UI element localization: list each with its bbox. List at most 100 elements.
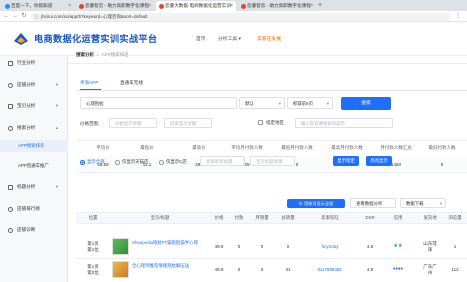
browser-tab-label: 您睿智云 - 助力高职数字化课程 xyxy=(247,3,311,8)
site-favicon-icon xyxy=(159,4,164,9)
sidebar-item-search[interactable]: 搜索分析 ▴ xyxy=(0,123,68,133)
stats-header: 平均月付款人数 xyxy=(231,145,263,150)
sidebar-subitem-app-search-rank[interactable]: APP搜索排名 xyxy=(0,141,68,151)
site-favicon-icon xyxy=(241,4,246,9)
product-title-link[interactable]: Sheepedia抱枕FF猫抱抱猫半心理 xyxy=(132,240,208,246)
browser-tab-label: 您睿智云 - 助力高职数字化课程 xyxy=(85,3,149,8)
results-header: 信用 xyxy=(393,215,403,220)
browser-tab[interactable]: 百度一下，你就知道 × xyxy=(2,1,74,11)
product-title-link[interactable]: 全心理师推荐情绪抱枕解压送 xyxy=(132,263,208,269)
price-max-input[interactable]: 结束显示金额 xyxy=(164,118,212,128)
radio-tmall-only[interactable] xyxy=(115,160,120,165)
sidebar-item-shop-diagnosis[interactable]: 店铺诊断 xyxy=(0,225,68,235)
stats-top-border xyxy=(76,140,467,141)
seller-link[interactable]: hcynoby xyxy=(310,244,350,249)
monthly-sales-cell: 0 xyxy=(260,267,264,272)
keyword-input[interactable]: 心理抱枕 xyxy=(80,97,237,109)
data-download-select[interactable]: 数据下载 ▾ xyxy=(400,198,446,208)
logo-icon xyxy=(14,33,28,45)
sidebar-item-product[interactable]: 宝贝分析 ▾ xyxy=(0,101,68,111)
site-favicon-icon xyxy=(79,4,84,9)
breadcrumb-root[interactable]: 搜索分析 xyxy=(76,52,94,57)
menu-dots-icon[interactable]: ⋮ xyxy=(455,12,461,21)
stats-header: 最高价 xyxy=(192,145,206,150)
stats-header: 最低付款人数 xyxy=(428,145,456,150)
browser-tab-label: 百度一下，你就知道 xyxy=(11,3,53,8)
results-header: 月销量 xyxy=(255,215,269,220)
forward-arrow-icon[interactable]: → xyxy=(11,12,19,21)
show-specified-button[interactable]: 显示指定 xyxy=(333,156,359,166)
results-header: 价格 xyxy=(214,215,224,220)
close-icon[interactable]: × xyxy=(148,1,151,11)
pay-cell: 0 xyxy=(237,267,241,272)
back-arrow-icon[interactable]: ← xyxy=(2,12,10,21)
pages-select[interactable]: 抓取前5页 ▾ xyxy=(287,97,333,109)
nav-analysis-tools[interactable]: 分析工具 ▾ xyxy=(218,35,241,42)
stats-header: 最低月付款人数 xyxy=(281,145,313,150)
browser-tab-active[interactable]: 您睿大数据-电商数据化运营实训 × xyxy=(156,1,236,11)
sidebar-item-industry[interactable]: 行业分析 xyxy=(0,58,68,68)
radio-cstore-only[interactable] xyxy=(159,160,164,165)
sidebar-item-label: 店铺诊断 xyxy=(17,227,36,232)
title-keyword-input[interactable]: 宝贝标题关键 xyxy=(250,156,295,166)
new-tab-icon[interactable]: + xyxy=(318,1,322,11)
sidebar-item-label: 搜索分析 xyxy=(17,125,36,130)
seller-link[interactable]: tb17695452 xyxy=(310,267,350,272)
views-cell: 1 xyxy=(453,244,457,249)
tab-shoutao-app[interactable]: 手淘APP xyxy=(80,80,98,86)
browser-tab-label: 您睿大数据-电商数据化运营实训 xyxy=(165,3,231,8)
browser-tab[interactable]: 您睿智云 - 助力高职数字化课程 × xyxy=(76,1,154,11)
data-download-select-value: 数据下载 xyxy=(406,201,424,206)
sort-select[interactable]: 默认 ▾ xyxy=(239,97,285,109)
radio-cstore-only-label: 仅显示C店 xyxy=(166,158,187,164)
product-icon xyxy=(8,103,13,109)
breadcrumb: 搜索分析 / APP搜索排名 xyxy=(76,52,129,58)
data-analysis-select[interactable]: 查看数据分析 xyxy=(350,198,396,208)
radio-show-all-label: 显示全部 xyxy=(87,158,105,164)
total-sales-cell: 0 xyxy=(286,244,290,249)
stats-header: 平均价 xyxy=(96,145,110,150)
dsr-cell: 4.9 xyxy=(366,267,374,272)
url-text: jhsirui.com/so/app/5?keyword=心理咨询&sort=d… xyxy=(41,14,148,19)
product-thumbnail[interactable] xyxy=(112,238,129,255)
browser-tab[interactable]: 您睿智云 - 助力高职数字化课程 × xyxy=(238,1,316,11)
pay-cell: 0 xyxy=(237,244,241,249)
stats-header: 最高月付款人数 xyxy=(331,145,363,150)
chevron-down-icon: ▾ xyxy=(278,101,281,106)
breadcrumb-sep: / xyxy=(97,52,99,57)
sidebar-item-title[interactable]: 标题分析 ▾ xyxy=(0,182,68,192)
tabs-divider xyxy=(76,90,467,91)
close-icon[interactable]: × xyxy=(230,1,233,11)
close-icon[interactable]: × xyxy=(310,1,313,11)
price-min-input[interactable]: 开始显示金额 xyxy=(109,118,157,128)
region-label: 指定地区 xyxy=(266,120,284,125)
search-button[interactable]: 搜索 xyxy=(341,97,391,110)
sidebar-item-shop-rank[interactable]: 店铺排行榜 xyxy=(0,204,68,214)
sidebar-subitem-app-ztc[interactable]: APP直通车推广 xyxy=(0,161,68,171)
radio-show-all[interactable] xyxy=(80,160,85,165)
region-checkbox[interactable] xyxy=(258,120,263,125)
seller-nick-input[interactable]: 卖家昵称关键 xyxy=(200,156,245,166)
results-header: 总销量 xyxy=(281,215,295,220)
highlight-button[interactable]: 高亮显示 xyxy=(366,156,392,166)
nav-seller-development[interactable]: 卖家在发展 xyxy=(257,35,281,42)
nav-home[interactable]: 首页 xyxy=(196,35,206,42)
search-icon xyxy=(8,125,13,131)
url-field[interactable]: ⓘ jhsirui.com/so/app/5?keyword=心理咨询&sort… xyxy=(31,13,451,21)
rank-icon xyxy=(8,206,13,212)
sidebar-item-shop[interactable]: 店铺分析 ▾ xyxy=(0,80,68,90)
region-input[interactable]: 输入您说要搜索的城市 xyxy=(295,118,393,128)
sidebar-item-label: 宝贝分析 xyxy=(17,103,36,108)
export-all-button[interactable]: ⊕ 用账号显示全部 xyxy=(287,199,345,208)
chevron-up-icon: ▴ xyxy=(55,125,58,130)
diamond-credit-icon: ♦♦♦♦ xyxy=(392,266,404,272)
tab-ztc-wireless[interactable]: 直通车无线 xyxy=(120,80,143,86)
sidebar-item-label: 店铺排行榜 xyxy=(17,206,40,211)
product-thumbnail[interactable] xyxy=(112,261,129,278)
reload-icon[interactable]: ↻ xyxy=(20,12,28,21)
dsr-cell: 4.9 xyxy=(366,244,374,249)
location-cell: 泽 xyxy=(427,247,433,252)
position-rank: 第2位 xyxy=(87,270,99,275)
close-icon[interactable]: × xyxy=(68,1,71,11)
results-header: 付款 xyxy=(234,215,244,220)
